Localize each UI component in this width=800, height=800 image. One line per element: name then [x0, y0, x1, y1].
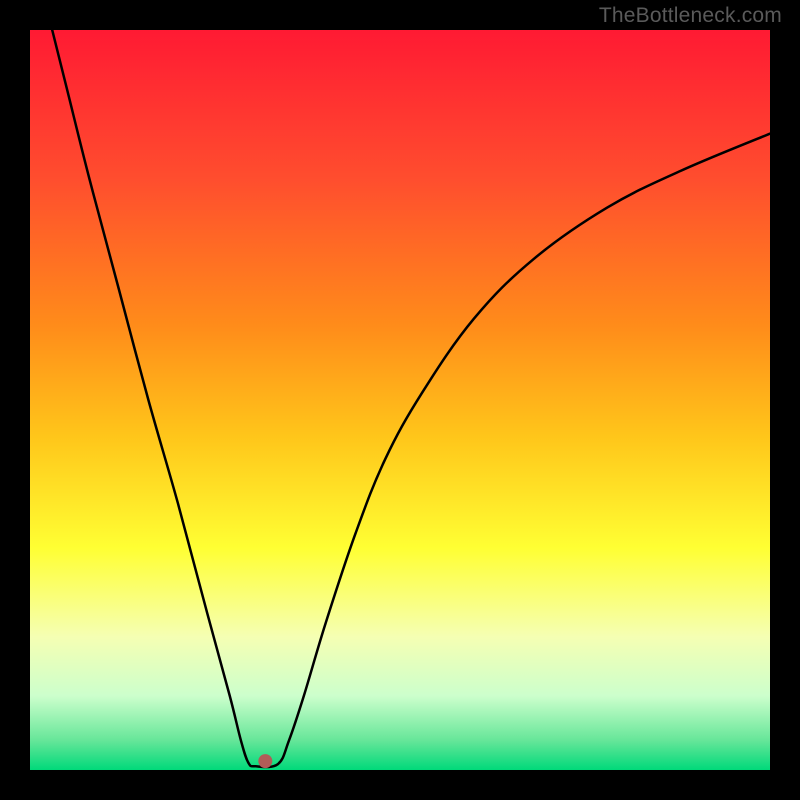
chart-svg: [30, 30, 770, 770]
marker-dot: [258, 754, 272, 768]
gradient-background: [30, 30, 770, 770]
watermark-text: TheBottleneck.com: [599, 4, 782, 28]
chart-frame: TheBottleneck.com: [0, 0, 800, 800]
plot-area: [30, 30, 770, 770]
